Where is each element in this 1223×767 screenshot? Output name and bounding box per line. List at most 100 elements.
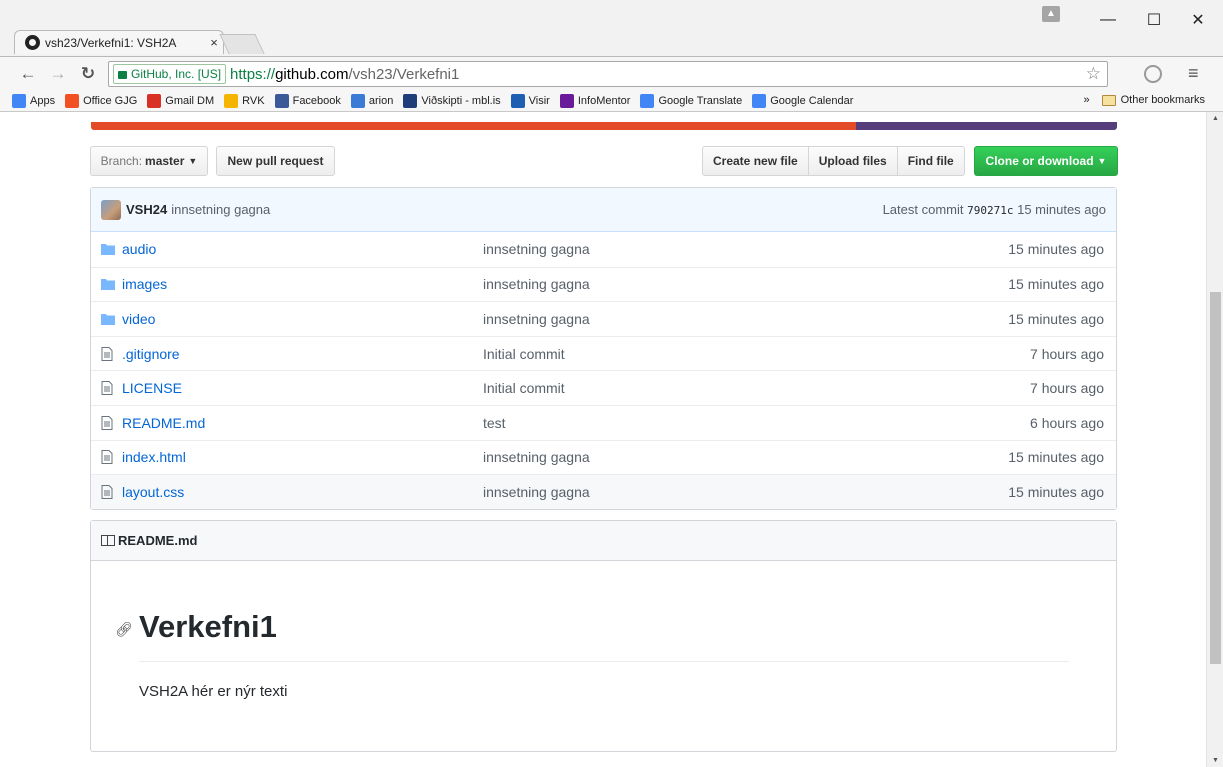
file-actions-group: Create new file Upload files Find file: [702, 146, 965, 176]
close-window-button[interactable]: ✕: [1176, 8, 1220, 32]
table-row[interactable]: audio innsetning gagna 15 minutes ago: [91, 232, 1116, 267]
file-name-link[interactable]: images: [122, 276, 492, 292]
file-age: 15 minutes ago: [1008, 241, 1104, 258]
new-tab-button[interactable]: [219, 34, 265, 54]
bookmarks-bar: Apps Office GJG Gmail DM RVK Facebook arion Vi…: [0, 90, 1223, 112]
file-commit-message[interactable]: Initial commit: [483, 380, 565, 396]
forward-arrow-icon[interactable]: →: [48, 63, 68, 85]
file-name-link[interactable]: LICENSE: [122, 380, 492, 396]
file-icon: [101, 415, 115, 430]
scroll-thumb[interactable]: [1210, 292, 1221, 664]
bookmark-label: Gmail DM: [165, 94, 215, 107]
bookmark-item[interactable]: RVK: [224, 93, 265, 108]
file-age: 15 minutes ago: [1008, 276, 1104, 293]
ev-certificate-badge[interactable]: GitHub, Inc. [US]: [113, 64, 227, 84]
link-anchor-icon[interactable]: 🔗︎: [115, 621, 133, 638]
upload-files-button[interactable]: Upload files: [807, 146, 898, 176]
bookmark-item[interactable]: Google Calendar: [752, 93, 853, 108]
file-icon: [101, 484, 115, 499]
tab-title: vsh23/Verkefni1: VSH2A: [45, 35, 177, 50]
readme-divider: [139, 661, 1069, 662]
language-bar[interactable]: [91, 122, 1117, 130]
page-scrollbar[interactable]: ▲ ▼: [1206, 112, 1223, 767]
branch-select-button[interactable]: Branch: master ▼: [90, 146, 208, 176]
scroll-down-icon[interactable]: ▼: [1207, 757, 1223, 764]
browser-toolbar: ← → ↻ GitHub, Inc. [US] https://github.c…: [0, 56, 1223, 90]
back-arrow-icon[interactable]: ←: [18, 63, 38, 85]
table-row[interactable]: LICENSE Initial commit 7 hours ago: [91, 370, 1116, 405]
address-bar[interactable]: GitHub, Inc. [US] https://github.com/vsh…: [108, 61, 1108, 87]
file-commit-message[interactable]: test: [483, 415, 506, 431]
latest-commit-label: Latest commit: [882, 202, 964, 217]
commit-author[interactable]: VSH24: [126, 202, 167, 217]
file-commit-message[interactable]: innsetning gagna: [483, 311, 590, 327]
chrome-menu-icon[interactable]: ≡: [1188, 63, 1199, 84]
file-name-link[interactable]: .gitignore: [122, 346, 492, 362]
file-age: 6 hours ago: [1030, 414, 1104, 431]
latest-commit-bar: VSH24 innsetning gagna Latest commit 790…: [91, 188, 1116, 232]
file-commit-message[interactable]: innsetning gagna: [483, 449, 590, 465]
clone-label: Clone or download: [985, 154, 1094, 168]
file-commit-message[interactable]: innsetning gagna: [483, 484, 590, 500]
language-css: [856, 122, 1117, 130]
create-new-file-button[interactable]: Create new file: [702, 146, 809, 176]
latest-commit-info: Latest commit 790271c 15 minutes ago: [883, 202, 1106, 217]
bookmark-favicon-icon: [403, 93, 418, 108]
new-pull-request-button[interactable]: New pull request: [216, 146, 335, 176]
file-name-link[interactable]: audio: [122, 241, 492, 257]
file-commit-message[interactable]: innsetning gagna: [483, 276, 590, 292]
other-bookmarks[interactable]: Other bookmarks: [1121, 94, 1205, 106]
browser-tab[interactable]: vsh23/Verkefni1: VSH2A ×: [14, 30, 224, 54]
scroll-up-icon[interactable]: ▲: [1207, 115, 1223, 122]
commit-message[interactable]: innsetning gagna: [171, 202, 270, 217]
folder-icon: [101, 313, 115, 325]
bookmark-item[interactable]: Visir: [510, 93, 550, 108]
url-scheme: https://: [230, 65, 276, 83]
ev-label: GitHub, Inc. [US]: [131, 67, 222, 81]
bookmark-favicon-icon: [224, 93, 239, 108]
extension-icon[interactable]: [1144, 65, 1162, 83]
bookmark-favicon-icon: [510, 93, 525, 108]
bookmark-item[interactable]: InfoMentor: [559, 93, 631, 108]
table-row[interactable]: README.md test 6 hours ago: [91, 404, 1116, 440]
avatar[interactable]: [101, 199, 121, 220]
bookmarks-overflow-icon[interactable]: »: [1084, 94, 1090, 106]
bookmark-label: InfoMentor: [577, 94, 631, 107]
table-row[interactable]: video innsetning gagna 15 minutes ago: [91, 301, 1116, 336]
file-commit-message[interactable]: Initial commit: [483, 346, 565, 362]
bookmark-star-icon[interactable]: ☆: [1086, 64, 1101, 84]
table-row[interactable]: images innsetning gagna 15 minutes ago: [91, 266, 1116, 302]
bookmark-item[interactable]: Viðskipti - mbl.is: [403, 93, 501, 108]
table-row[interactable]: layout.css innsetning gagna 15 minutes ago: [91, 474, 1116, 509]
lock-icon: [118, 71, 127, 79]
bookmark-item[interactable]: Office GJG: [65, 93, 137, 108]
minimize-button[interactable]: —: [1086, 8, 1130, 32]
file-name-link[interactable]: README.md: [122, 415, 492, 431]
bookmarks-right: » Other bookmarks: [1084, 94, 1206, 106]
file-age: 15 minutes ago: [1008, 310, 1104, 327]
table-row[interactable]: .gitignore Initial commit 7 hours ago: [91, 335, 1116, 371]
bookmark-item[interactable]: Facebook: [274, 93, 341, 108]
clone-download-button[interactable]: Clone or download ▼: [974, 146, 1118, 176]
file-name-link[interactable]: layout.css: [122, 484, 492, 500]
file-name-link[interactable]: video: [122, 311, 492, 327]
find-file-button[interactable]: Find file: [896, 146, 965, 176]
reload-icon[interactable]: ↻: [78, 63, 98, 85]
commit-sha[interactable]: 790271c: [967, 204, 1013, 217]
branch-prefix: Branch:: [100, 154, 143, 168]
commit-age: 15 minutes ago: [1017, 202, 1106, 217]
file-name-link[interactable]: index.html: [122, 449, 492, 465]
url-text[interactable]: https://github.com/vsh23/Verkefni1: [230, 66, 459, 83]
file-commit-message[interactable]: innsetning gagna: [483, 241, 590, 257]
bookmark-item[interactable]: Google Translate: [640, 93, 742, 108]
bookmark-item[interactable]: Apps: [12, 93, 55, 108]
user-profile-icon[interactable]: ▲: [1042, 6, 1060, 22]
file-table: VSH24 innsetning gagna Latest commit 790…: [90, 187, 1117, 510]
branch-name: master: [145, 154, 185, 168]
table-row[interactable]: index.html innsetning gagna 15 minutes ago: [91, 439, 1116, 475]
bookmark-item[interactable]: Gmail DM: [147, 93, 215, 108]
bookmark-item[interactable]: arion: [350, 93, 393, 108]
readme-paragraph: VSH2A hér er nýr texti: [139, 683, 288, 700]
folder-icon: [1101, 94, 1116, 106]
maximize-button[interactable]: ☐: [1132, 8, 1176, 32]
